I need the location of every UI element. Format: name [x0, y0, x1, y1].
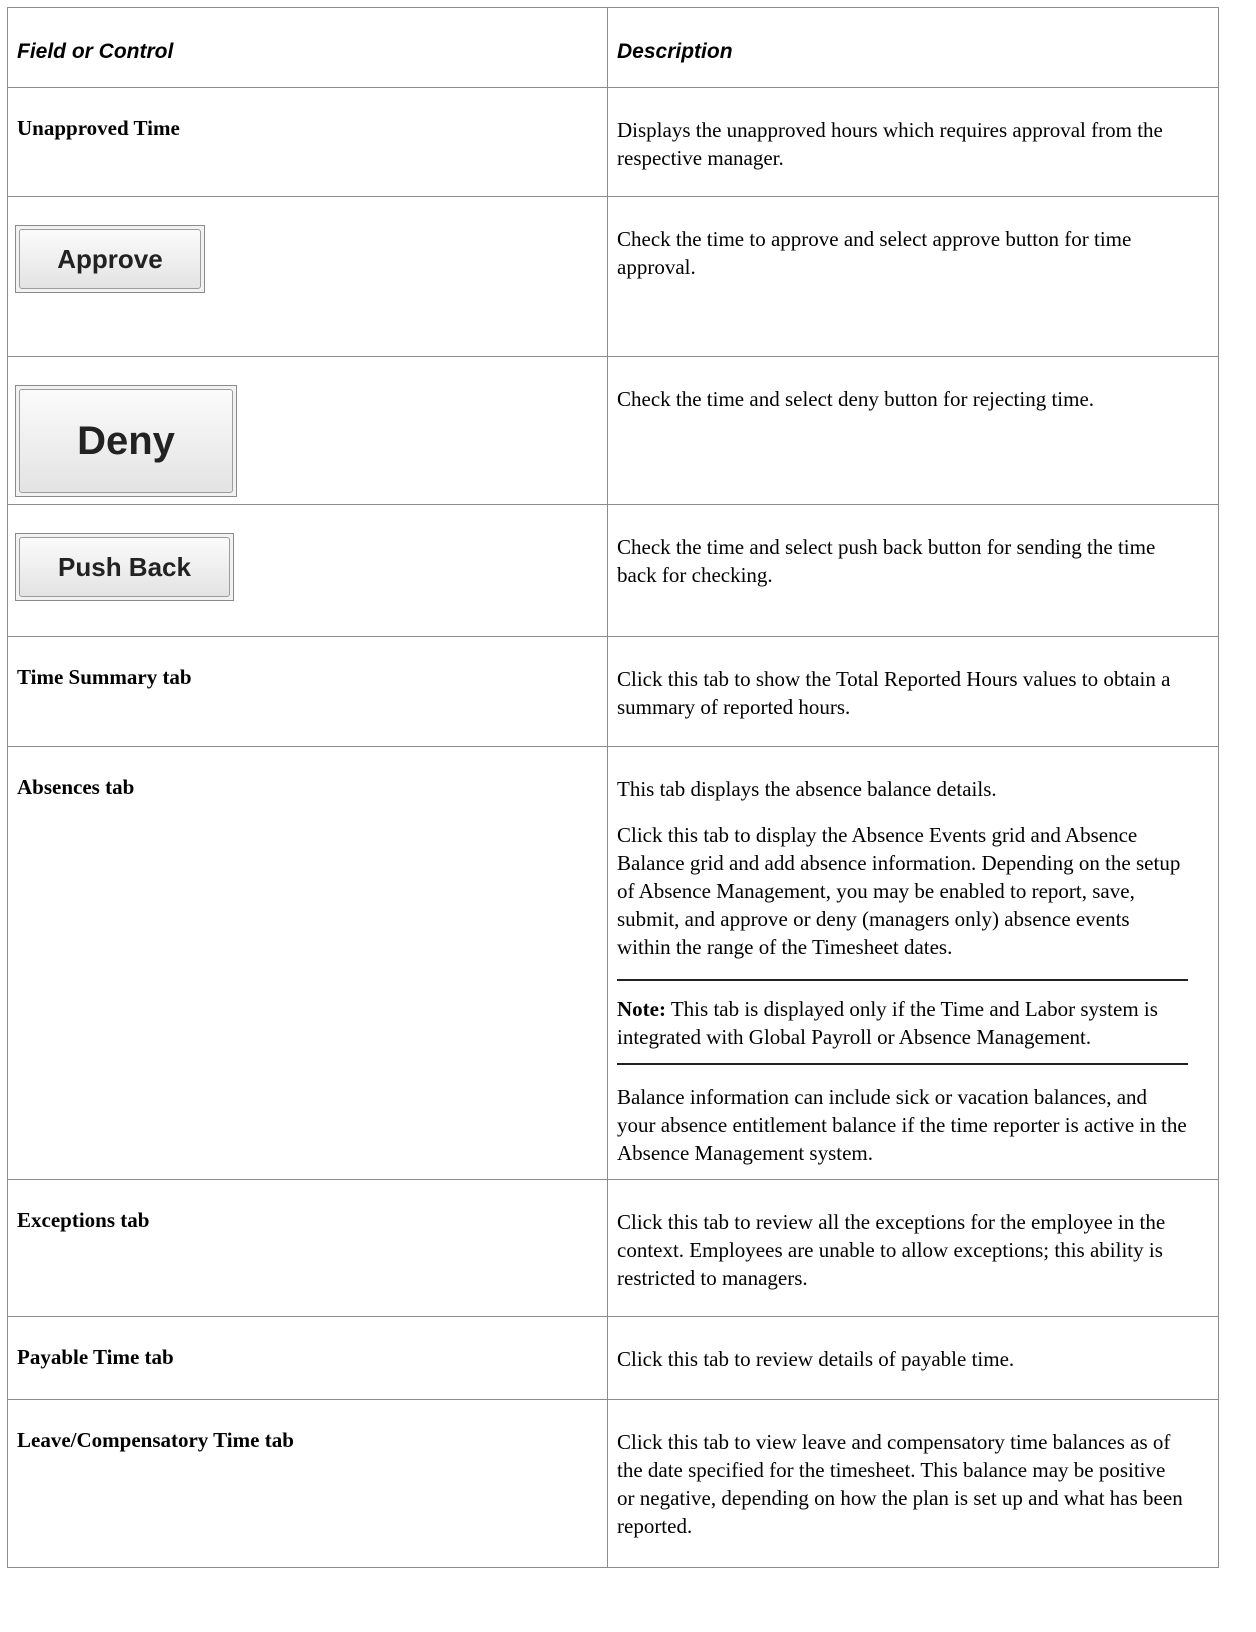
description-text: Displays the unapproved hours which requ… — [617, 118, 1163, 170]
control-cell: Approve — [7, 196, 608, 357]
control-cell: Push Back — [7, 504, 608, 637]
field-label: Leave/Compensatory Time tab — [7, 1399, 608, 1568]
table-row: Deny Check the time and select deny butt… — [7, 356, 1219, 505]
description-text: Click this tab to review details of paya… — [617, 1347, 1015, 1371]
push-back-button-label: Push Back — [19, 537, 230, 597]
approve-button-label: Approve — [19, 229, 201, 289]
description-cell: Check the time to approve and select app… — [607, 196, 1219, 357]
table-row: Time Summary tab Click this tab to show … — [7, 636, 1219, 747]
description-text: Click this tab to show the Total Reporte… — [617, 667, 1171, 719]
description-text: Click this tab to display the Absence Ev… — [617, 823, 1181, 959]
note-box: Note: This tab is displayed only if the … — [617, 979, 1188, 1065]
deny-button-label: Deny — [19, 389, 233, 493]
description-cell: Click this tab to review all the excepti… — [607, 1179, 1219, 1317]
push-back-button[interactable]: Push Back — [15, 533, 234, 601]
table-row: Approve Check the time to approve and se… — [7, 196, 1219, 357]
field-label: Absences tab — [7, 746, 608, 1180]
table-row: Absences tab This tab displays the absen… — [7, 746, 1219, 1180]
field-label: Unapproved Time — [7, 87, 608, 197]
note-label: Note: — [617, 997, 666, 1021]
description-cell: Displays the unapproved hours which requ… — [607, 87, 1219, 197]
approve-button[interactable]: Approve — [15, 225, 205, 293]
description-text: Check the time and select deny button fo… — [617, 387, 1095, 411]
deny-button[interactable]: Deny — [15, 385, 237, 497]
table-row: Push Back Check the time and select push… — [7, 504, 1219, 637]
control-cell: Deny — [7, 356, 608, 505]
table-row: Exceptions tab Click this tab to review … — [7, 1179, 1219, 1317]
header-field-or-control: Field or Control — [7, 7, 608, 88]
description-cell: Check the time and select push back butt… — [607, 504, 1219, 637]
description-cell: Check the time and select deny button fo… — [607, 356, 1219, 505]
description-cell: Click this tab to view leave and compens… — [607, 1399, 1219, 1568]
description-cell: Click this tab to show the Total Reporte… — [607, 636, 1219, 747]
header-description: Description — [607, 7, 1219, 88]
field-label: Payable Time tab — [7, 1316, 608, 1400]
note-text: This tab is displayed only if the Time a… — [617, 997, 1158, 1049]
description-text: This tab displays the absence balance de… — [617, 777, 997, 801]
table-row: Payable Time tab Click this tab to revie… — [7, 1316, 1219, 1400]
description-text: Check the time and select push back butt… — [617, 535, 1156, 587]
description-text: Click this tab to review all the excepti… — [617, 1210, 1166, 1290]
table-row: Leave/Compensatory Time tab Click this t… — [7, 1399, 1219, 1568]
field-description-table: Field or Control Description Unapproved … — [7, 7, 1219, 1568]
table-row: Unapproved Time Displays the unapproved … — [7, 87, 1219, 197]
table-header-row: Field or Control Description — [7, 7, 1219, 88]
description-cell: Click this tab to review details of paya… — [607, 1316, 1219, 1400]
description-text: Check the time to approve and select app… — [617, 227, 1132, 279]
field-label: Exceptions tab — [7, 1179, 608, 1317]
description-text: Balance information can include sick or … — [617, 1085, 1187, 1165]
field-label: Time Summary tab — [7, 636, 608, 747]
description-text: Click this tab to view leave and compens… — [617, 1430, 1183, 1538]
description-cell: This tab displays the absence balance de… — [607, 746, 1219, 1180]
